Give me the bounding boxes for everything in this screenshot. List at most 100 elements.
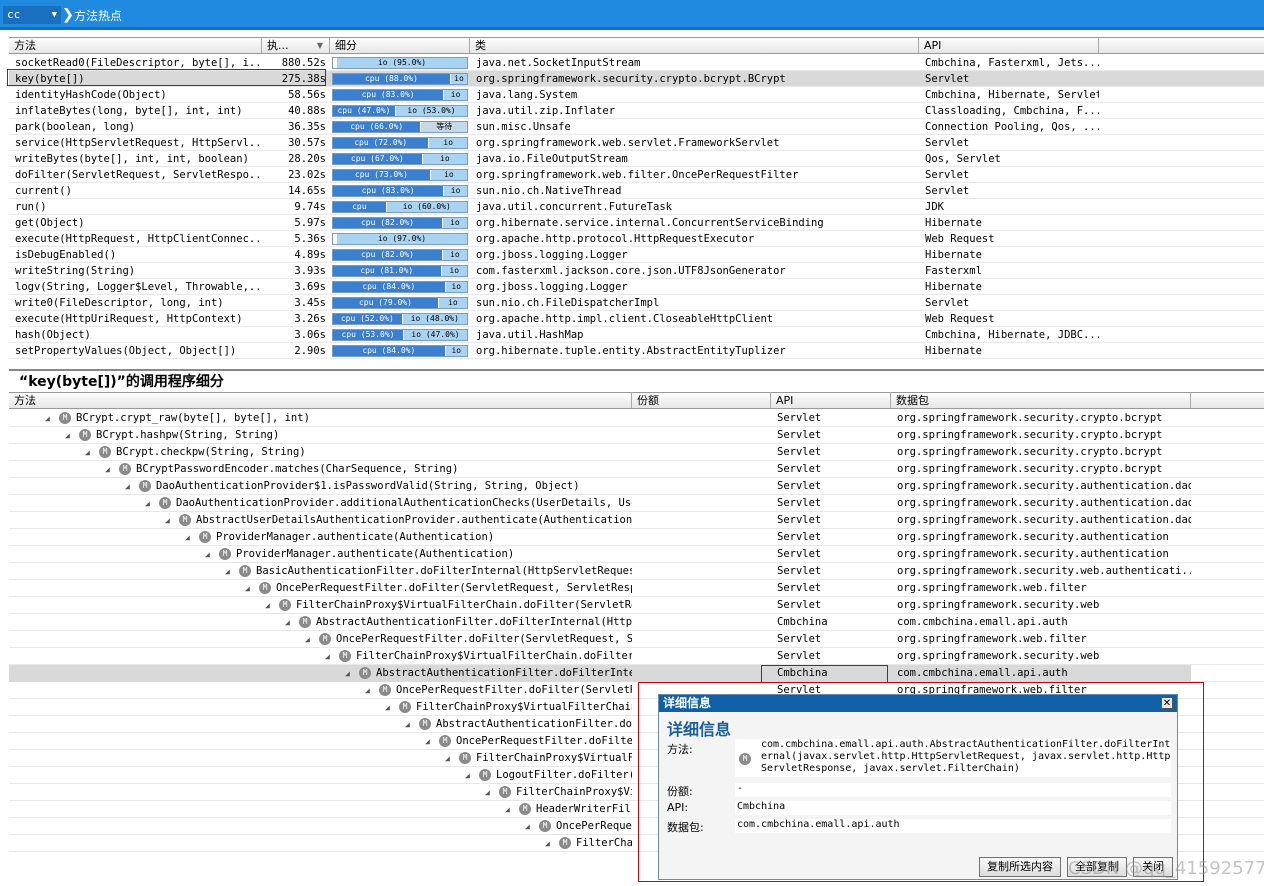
expand-toggle-icon[interactable]: ◢ xyxy=(545,835,553,852)
breakdown-segment-io: io (47.0%) xyxy=(404,330,467,340)
expand-toggle-icon[interactable]: ◢ xyxy=(445,750,453,767)
class-cell: java.util.concurrent.FutureTask xyxy=(476,201,672,213)
col-header-bd-package[interactable]: 数据包 xyxy=(891,393,1191,409)
breakdown-segment-io: io (48.0%) xyxy=(402,314,467,324)
table-row[interactable]: setPropertyValues(Object, Object[]) 2.90s… xyxy=(9,343,1264,359)
table-row[interactable]: write0(FileDescriptor, long, int) 3.45s cp… xyxy=(9,295,1264,311)
breakdown-segment-io: io (95.0%) xyxy=(337,58,467,68)
expand-toggle-icon[interactable]: ◢ xyxy=(405,716,413,733)
tree-row[interactable]: ◢ M AbstractUserDetailsAuthenticationProvi… xyxy=(9,512,1264,529)
tree-row[interactable]: ◢ M FilterChainProxy$VirtualFilterChain.do… xyxy=(9,648,1264,665)
expand-toggle-icon[interactable]: ◢ xyxy=(465,767,473,784)
table-row[interactable]: logv(String, Logger$Level, Throwable,...… xyxy=(9,279,1264,295)
table-row[interactable]: writeBytes(byte[], int, int, boolean) 28.… xyxy=(9,151,1264,167)
breakdown-bar: cpu (52.0%) io (48.0%) xyxy=(332,313,468,325)
table-row[interactable]: isDebugEnabled() 4.89s cpu (82.0%) io org.jb… xyxy=(9,247,1264,263)
col-header-breakdown[interactable]: 细分 xyxy=(330,38,470,54)
col-header-time[interactable]: 执... ▼ xyxy=(262,38,330,54)
expand-toggle-icon[interactable]: ◢ xyxy=(525,818,533,835)
table-row[interactable]: execute(HttpRequest, HttpClientConnec...… xyxy=(9,231,1264,247)
tree-row[interactable]: ◢ M DaoAuthenticationProvider$1.isPassword… xyxy=(9,478,1264,495)
expand-toggle-icon[interactable]: ◢ xyxy=(285,614,293,631)
expand-toggle-icon[interactable]: ◢ xyxy=(145,495,153,512)
breakdown-segment-cpu: cpu (84.0%) xyxy=(333,346,445,356)
tree-package-cell: org.springframework.security.authenticat… xyxy=(897,480,1191,492)
table-row[interactable]: run() 9.74s cpu io (60.0%) java.util.concurr… xyxy=(9,199,1264,215)
table-row[interactable]: service(HttpServletRequest, HttpServl...… xyxy=(9,135,1264,151)
expand-toggle-icon[interactable]: ◢ xyxy=(325,648,333,665)
tree-row[interactable]: ◢ M DaoAuthenticationProvider.additionalAu… xyxy=(9,495,1264,512)
table-row[interactable]: get(Object) 5.97s cpu (82.0%) io org.hiberna… xyxy=(9,215,1264,231)
expand-toggle-icon[interactable]: ◢ xyxy=(385,699,393,716)
session-combo[interactable]: cc ▼ xyxy=(3,6,61,24)
expand-toggle-icon[interactable]: ◢ xyxy=(205,546,213,563)
method-cell: write0(FileDescriptor, long, int) xyxy=(15,297,224,309)
expand-toggle-icon[interactable]: ◢ xyxy=(265,597,273,614)
expand-toggle-icon[interactable]: ◢ xyxy=(85,444,93,461)
expand-toggle-icon[interactable]: ◢ xyxy=(165,512,173,529)
expand-toggle-icon[interactable]: ◢ xyxy=(485,784,493,801)
sort-desc-icon: ▼ xyxy=(316,41,323,50)
expand-toggle-icon[interactable]: ◢ xyxy=(505,801,513,818)
tree-api-cell: Servlet xyxy=(777,463,822,475)
table-row[interactable]: hash(Object) 3.06s cpu (53.0%) io (47.0%) ja… xyxy=(9,327,1264,343)
tree-package-cell: org.springframework.security.crypto.bcry… xyxy=(897,446,1163,458)
expand-toggle-icon[interactable]: ◢ xyxy=(65,427,73,444)
table-row[interactable]: current() 14.65s cpu (83.0%) io sun.nio.ch.N… xyxy=(9,183,1264,199)
expand-toggle-icon[interactable]: ◢ xyxy=(425,733,433,750)
expand-toggle-icon[interactable]: ◢ xyxy=(225,563,233,580)
expand-toggle-icon[interactable]: ◢ xyxy=(245,580,253,597)
close-icon[interactable]: ✕ xyxy=(1161,697,1173,709)
chevron-down-icon: ▼ xyxy=(51,10,57,20)
table-row[interactable]: execute(HttpUriRequest, HttpContext) 3.26… xyxy=(9,311,1264,327)
breakdown-bar: cpu (73.0%) io xyxy=(332,169,468,181)
breakdown-bar: cpu (67.0%) io xyxy=(332,153,468,165)
tree-row[interactable]: ◢ M OncePerRequestFilter.doFilter(ServletR… xyxy=(9,631,1264,648)
expand-toggle-icon[interactable]: ◢ xyxy=(105,461,113,478)
breakdown-segment-cpu: cpu (72.0%) xyxy=(333,138,429,148)
col-header-method[interactable]: 方法 xyxy=(9,38,262,54)
tree-method-label: FilterChainProxy$VirtualF: xyxy=(476,752,632,764)
table-row[interactable]: inflateBytes(long, byte[], int, int) 40.8… xyxy=(9,103,1264,119)
expand-toggle-icon[interactable]: ◢ xyxy=(185,529,193,546)
tree-row[interactable]: ◢ M AbstractAuthenticationFilter.doFilterI… xyxy=(9,665,1264,682)
col-header-class[interactable]: 类 xyxy=(470,38,919,54)
tree-row[interactable]: ◢ M OncePerRequestFilter.doFilter(ServletR… xyxy=(9,580,1264,597)
expand-toggle-icon[interactable]: ◢ xyxy=(365,682,373,699)
method-icon: M xyxy=(359,667,371,679)
expand-toggle-icon[interactable]: ◢ xyxy=(125,478,133,495)
table-row[interactable]: doFilter(ServletRequest, ServletRespo...… xyxy=(9,167,1264,183)
breakdown-bar: io (97.0%) xyxy=(332,233,468,245)
copy-selected-button[interactable]: 复制所选内容 xyxy=(979,857,1061,877)
breakdown-segment-io: io (60.0%) xyxy=(386,202,467,212)
col-header-bd-share[interactable]: 份额 xyxy=(632,393,771,409)
tree-row[interactable]: ◢ M BCrypt.crypt_raw(byte[], byte[], int) S… xyxy=(9,410,1264,427)
table-row[interactable]: writeString(String) 3.93s cpu (81.0%) io com… xyxy=(9,263,1264,279)
col-header-bd-api[interactable]: API xyxy=(771,393,891,409)
tree-method-label: FilterChainProxy$VirtualFilterChain.doFi… xyxy=(356,650,632,662)
time-cell: 36.35s xyxy=(288,121,326,133)
tree-row[interactable]: ◢ M BCrypt.checkpw(String, String) Servlet o… xyxy=(9,444,1264,461)
table-row[interactable]: park(boolean, long) 36.35s cpu (66.0%) 等待 su… xyxy=(9,119,1264,135)
tree-row[interactable]: ◢ M BCrypt.hashpw(String, String) Servlet or… xyxy=(9,427,1264,444)
breakdown-bar: cpu (83.0%) io xyxy=(332,185,468,197)
table-row[interactable]: identityHashCode(Object) 58.56s cpu (83.0%… xyxy=(9,87,1264,103)
col-header-api[interactable]: API xyxy=(919,38,1099,54)
col-header-bd-method[interactable]: 方法 xyxy=(9,393,632,409)
tree-method-label: OncePerReque xyxy=(556,820,632,832)
expand-toggle-icon[interactable]: ◢ xyxy=(345,665,353,682)
tree-row[interactable]: ◢ M AbstractAuthenticationFilter.doFilterI… xyxy=(9,614,1264,631)
dialog-titlebar[interactable]: 详细信息 ✕ xyxy=(659,695,1177,712)
tree-row[interactable]: ◢ M BasicAuthenticationFilter.doFilterInte… xyxy=(9,563,1264,580)
tree-row[interactable]: ◢ M FilterChainProxy$VirtualFilterChain.do… xyxy=(9,597,1264,614)
expand-toggle-icon[interactable]: ◢ xyxy=(45,410,53,427)
breakdown-segment-io: io xyxy=(438,298,467,308)
tree-row[interactable]: ◢ M ProviderManager.authenticate(Authentic… xyxy=(9,529,1264,546)
dialog-heading: 详细信息 xyxy=(667,720,732,739)
expand-toggle-icon[interactable]: ◢ xyxy=(305,631,313,648)
share-cell xyxy=(632,529,771,546)
tree-row[interactable]: ◢ M ProviderManager.authenticate(Authentic… xyxy=(9,546,1264,563)
tree-method-label: LogoutFilter.doFilter( xyxy=(496,769,632,781)
tree-row[interactable]: ◢ M BCryptPasswordEncoder.matches(CharSequ… xyxy=(9,461,1264,478)
method-cell: writeString(String) xyxy=(15,265,136,277)
